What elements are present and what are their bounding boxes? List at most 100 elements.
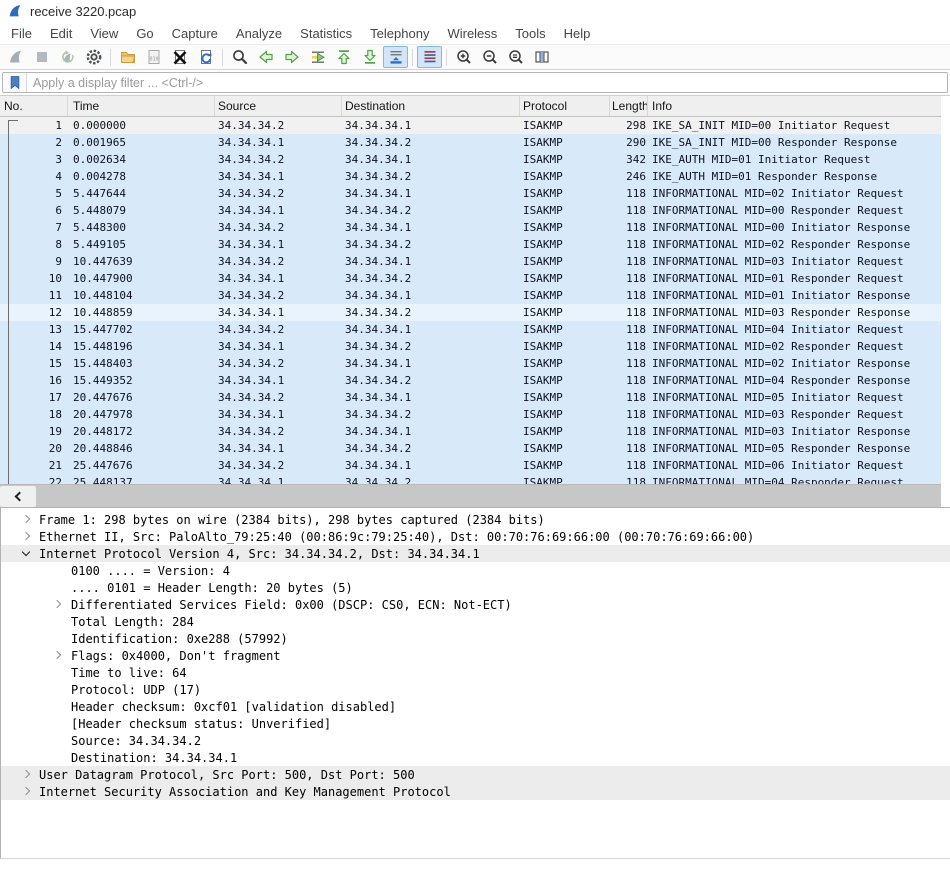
packet-row-1[interactable]: 10.00000034.34.34.234.34.34.1ISAKMP298IK… <box>0 117 950 134</box>
go-last-packet-icon[interactable] <box>357 46 382 68</box>
reload-file-icon[interactable] <box>193 46 218 68</box>
packet-row-11[interactable]: 1110.44810434.34.34.234.34.34.1ISAKMP118… <box>0 287 950 304</box>
packet-row-8[interactable]: 85.44910534.34.34.134.34.34.2ISAKMP118IN… <box>0 236 950 253</box>
capture-options-icon[interactable] <box>81 46 106 68</box>
expand-icon[interactable] <box>53 651 61 659</box>
packet-row-19[interactable]: 1920.44817234.34.34.234.34.34.1ISAKMP118… <box>0 423 950 440</box>
packet-row-4[interactable]: 40.00427834.34.34.134.34.34.2ISAKMP246IK… <box>0 168 950 185</box>
detail-row[interactable]: Frame 1: 298 bytes on wire (2384 bits), … <box>1 511 950 528</box>
packet-row-9[interactable]: 910.44763934.34.34.234.34.34.1ISAKMP118I… <box>0 253 950 270</box>
expand-icon[interactable] <box>53 600 61 608</box>
column-header-time[interactable]: Time <box>68 96 215 116</box>
detail-row[interactable]: Destination: 34.34.34.1 <box>1 749 950 766</box>
cell-source: 34.34.34.1 <box>215 170 342 183</box>
zoom-out-icon[interactable] <box>477 46 502 68</box>
packet-row-15[interactable]: 1515.44840334.34.34.234.34.34.1ISAKMP118… <box>0 355 950 372</box>
menu-item-help[interactable]: Help <box>555 23 600 44</box>
cell-no: 10 <box>0 272 68 285</box>
menu-item-view[interactable]: View <box>81 23 127 44</box>
filter-bookmark-icon[interactable] <box>3 73 27 92</box>
packet-row-10[interactable]: 1010.44790034.34.34.134.34.34.2ISAKMP118… <box>0 270 950 287</box>
start-capture-icon[interactable] <box>3 46 28 68</box>
column-header-length[interactable]: Length <box>610 96 648 116</box>
column-header-destination[interactable]: Destination <box>342 96 520 116</box>
expand-icon[interactable] <box>22 532 30 540</box>
close-file-icon[interactable] <box>167 46 192 68</box>
packet-row-22[interactable]: 2225.44813734.34.34.134.34.34.2ISAKMP118… <box>0 474 950 484</box>
packet-row-12[interactable]: 1210.44885934.34.34.134.34.34.2ISAKMP118… <box>0 304 950 321</box>
cell-length: 118 <box>610 272 648 285</box>
detail-row[interactable]: User Datagram Protocol, Src Port: 500, D… <box>1 766 950 783</box>
menu-item-wireless[interactable]: Wireless <box>438 23 506 44</box>
auto-scroll-icon[interactable] <box>383 46 408 68</box>
expand-icon[interactable] <box>22 787 30 795</box>
detail-row[interactable]: Differentiated Services Field: 0x00 (DSC… <box>1 596 950 613</box>
detail-row[interactable]: Source: 34.34.34.2 <box>1 732 950 749</box>
detail-row[interactable]: Time to live: 64 <box>1 664 950 681</box>
menu-item-edit[interactable]: Edit <box>41 23 81 44</box>
go-forward-icon[interactable] <box>279 46 304 68</box>
cell-protocol: ISAKMP <box>520 340 610 353</box>
restart-capture-icon[interactable] <box>55 46 80 68</box>
go-first-packet-icon[interactable] <box>331 46 356 68</box>
packet-row-7[interactable]: 75.44830034.34.34.234.34.34.1ISAKMP118IN… <box>0 219 950 236</box>
scroll-left-button[interactable] <box>0 486 36 507</box>
column-header-source[interactable]: Source <box>215 96 342 116</box>
zoom-reset-icon[interactable] <box>503 46 528 68</box>
detail-row[interactable]: [Header checksum status: Unverified] <box>1 715 950 732</box>
packet-row-14[interactable]: 1415.44819634.34.34.134.34.34.2ISAKMP118… <box>0 338 950 355</box>
menu-item-telephony[interactable]: Telephony <box>361 23 438 44</box>
menu-item-file[interactable]: File <box>2 23 41 44</box>
detail-row[interactable]: Flags: 0x4000, Don't fragment <box>1 647 950 664</box>
cell-time: 5.447644 <box>68 187 215 200</box>
packet-row-18[interactable]: 1820.44797834.34.34.134.34.34.2ISAKMP118… <box>0 406 950 423</box>
menu-item-analyze[interactable]: Analyze <box>227 23 291 44</box>
horizontal-scrollbar[interactable] <box>0 484 941 507</box>
column-header-protocol[interactable]: Protocol <box>520 96 610 116</box>
cell-time: 10.447900 <box>68 272 215 285</box>
save-file-icon[interactable]: 010 <box>141 46 166 68</box>
detail-row[interactable]: Internet Security Association and Key Ma… <box>1 783 950 800</box>
go-back-icon[interactable] <box>253 46 278 68</box>
column-header-info[interactable]: Info <box>648 96 950 116</box>
colorize-packets-icon[interactable] <box>417 46 442 68</box>
vertical-scrollbar[interactable] <box>941 96 950 484</box>
detail-row[interactable]: Total Length: 284 <box>1 613 950 630</box>
cell-info: INFORMATIONAL MID=03 Initiator Response <box>648 425 950 438</box>
resize-columns-icon[interactable] <box>529 46 554 68</box>
packet-row-20[interactable]: 2020.44884634.34.34.134.34.34.2ISAKMP118… <box>0 440 950 457</box>
detail-row[interactable]: Header checksum: 0xcf01 [validation disa… <box>1 698 950 715</box>
packet-row-13[interactable]: 1315.44770234.34.34.234.34.34.1ISAKMP118… <box>0 321 950 338</box>
cell-destination: 34.34.34.1 <box>342 221 520 234</box>
go-to-packet-icon[interactable] <box>305 46 330 68</box>
detail-row[interactable]: 0100 .... = Version: 4 <box>1 562 950 579</box>
packet-row-5[interactable]: 55.44764434.34.34.234.34.34.1ISAKMP118IN… <box>0 185 950 202</box>
menu-item-capture[interactable]: Capture <box>163 23 227 44</box>
column-header-no[interactable]: No. <box>0 96 68 116</box>
menu-item-tools[interactable]: Tools <box>506 23 554 44</box>
packet-row-2[interactable]: 20.00196534.34.34.134.34.34.2ISAKMP290IK… <box>0 134 950 151</box>
expand-icon[interactable] <box>22 770 30 778</box>
find-packet-icon[interactable] <box>227 46 252 68</box>
detail-row[interactable]: Identification: 0xe288 (57992) <box>1 630 950 647</box>
collapse-icon[interactable] <box>22 548 30 556</box>
detail-text: Total Length: 284 <box>71 615 194 629</box>
menu-item-go[interactable]: Go <box>127 23 162 44</box>
detail-row[interactable]: Ethernet II, Src: PaloAlto_79:25:40 (00:… <box>1 528 950 545</box>
packet-row-21[interactable]: 2125.44767634.34.34.234.34.34.1ISAKMP118… <box>0 457 950 474</box>
detail-row[interactable]: Internet Protocol Version 4, Src: 34.34.… <box>1 545 950 562</box>
display-filter-input[interactable]: Apply a display filter ... <Ctrl-/> <box>2 72 948 93</box>
detail-row[interactable]: .... 0101 = Header Length: 20 bytes (5) <box>1 579 950 596</box>
open-file-icon[interactable] <box>115 46 140 68</box>
cell-no: 7 <box>0 221 68 234</box>
detail-row[interactable]: Protocol: UDP (17) <box>1 681 950 698</box>
stop-capture-icon[interactable] <box>29 46 54 68</box>
cell-destination: 34.34.34.2 <box>342 476 520 484</box>
zoom-in-icon[interactable] <box>451 46 476 68</box>
packet-row-17[interactable]: 1720.44767634.34.34.234.34.34.1ISAKMP118… <box>0 389 950 406</box>
menu-item-statistics[interactable]: Statistics <box>291 23 361 44</box>
packet-row-3[interactable]: 30.00263434.34.34.234.34.34.1ISAKMP342IK… <box>0 151 950 168</box>
packet-row-16[interactable]: 1615.44935234.34.34.134.34.34.2ISAKMP118… <box>0 372 950 389</box>
expand-icon[interactable] <box>22 515 30 523</box>
packet-row-6[interactable]: 65.44807934.34.34.134.34.34.2ISAKMP118IN… <box>0 202 950 219</box>
